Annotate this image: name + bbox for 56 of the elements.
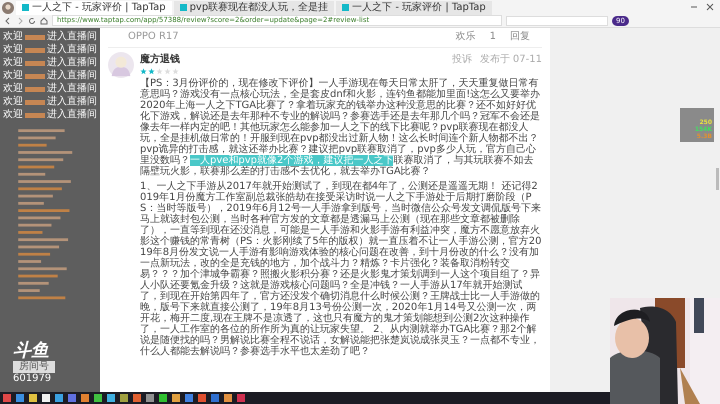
author-name[interactable]: 魔方退钱	[140, 52, 180, 66]
taskbar-app-icon[interactable]	[107, 394, 115, 402]
taskbar-app-icon[interactable]	[224, 394, 232, 402]
forward-icon[interactable]	[16, 16, 24, 24]
chat-text: 进入直播间	[47, 57, 97, 69]
chat-text: 进入直播间	[47, 70, 97, 82]
search-field[interactable]	[506, 16, 608, 26]
taskbar-app-icon[interactable]	[172, 394, 180, 402]
chat-text: 进入直播间	[47, 31, 97, 43]
taskbar-app-icon[interactable]	[146, 394, 154, 402]
scrollbar-thumb[interactable]	[716, 168, 719, 190]
brand-logo: 斗鱼	[13, 341, 49, 361]
taskbar-app-icon[interactable]	[94, 394, 102, 402]
reload-icon[interactable]	[28, 16, 36, 24]
chat-text: 欢迎	[3, 57, 23, 69]
chat-text: 欢迎	[3, 70, 23, 82]
taskbar-app-icon[interactable]	[133, 394, 141, 402]
taskbar-app-icon[interactable]	[237, 394, 245, 402]
device-label: OPPO R17	[128, 30, 179, 42]
home-icon[interactable]	[40, 16, 48, 24]
avatar-icon	[2, 2, 14, 14]
chat-text: 进入直播间	[47, 44, 97, 56]
taskbar-app-icon[interactable]	[55, 394, 63, 402]
review-action[interactable]: 1	[490, 30, 496, 42]
room-number: 601979	[13, 373, 52, 385]
chat-text: 进入直播间	[47, 109, 97, 121]
post-date: 发布于 07-11	[480, 53, 542, 66]
taskbar-app-icon[interactable]	[16, 394, 24, 402]
close-icon[interactable]	[706, 2, 716, 12]
review-action[interactable]: 欢乐	[456, 29, 476, 43]
review-text: 1、一人之下手游从2017年就开始测试了，到现在都4年了，公测还是遥遥无期！ 还记得2019年1月份魔方工作室副总裁张皓劫在接受采访时说一人之下手游处于后期打磨阶段（PS：当时等版号），2019年6月12号一人手游拿到版号，当时微信公众号发文调侃版号下来马上就该封包公测，当时各种官方发的文章都是透漏马上公测（现在那些文章都被删除了），一直等到现在还没消息，可能是一人手游和火影手游有利益冲突，魔方不愿意放弃火影这个赚钱的常青树（PS：火影刚续了5年的版权）就一直压着不让一人手游公测，官方2019年8月份发文说一人手游有影响游戏体验的核心问题在改善，到十月份改的什么？没有加一点新玩法，改的全是充钱的地方，加个战斗力？精炼？卡片强化？装备取消粉转交易？？？加个津城争霸赛？照搬火影积分赛？还是火影鬼才策划调到一人这个项目组了？异人小队还要氪金升级？这就是游戏核心问题吗？全是冲钱？一人手游从17年就开始测试了，到现在开始第四年了，官方还没发个确切消息什么时候公测？王牌战士比一人手游做的晚，版号下来就直接公测了，19年8月13号份公测一次，2020年1月14号又公测一次，两开花，梅开二度,现在王牌不是凉透了，这也只有魔方的鬼才策划能想到公测2次这种操作了，一人工作室的各位的所作所为真的让玩家失望。 2、从内测就举办TGA比赛？那2个解说是随便找的吗？男解说比赛全程不说话，女解说能把张楚岚说成张灵玉？一点都不专业，什么人都能去解说吗？参赛选手水平也太差劲了吧？	[140, 181, 542, 357]
taskbar-app-icon[interactable]	[29, 394, 37, 402]
room-label: 房间号	[13, 361, 55, 373]
taskbar-app-icon[interactable]	[3, 394, 11, 402]
taskbar-app-icon[interactable]	[198, 394, 206, 402]
browser-tab[interactable]: 一人之下 - 玩家评价 | TapTap	[16, 0, 172, 14]
browser-tab[interactable]: 一人之下 - 玩家评价 | TapTap	[336, 0, 492, 14]
chat-text: 进入直播间	[47, 83, 97, 95]
taskbar-app-icon[interactable]	[211, 394, 219, 402]
browser-tab[interactable]: pvp联赛现在都没人玩，全是挂	[174, 0, 334, 14]
back-icon[interactable]	[4, 16, 12, 24]
taskbar-app-icon[interactable]	[120, 394, 128, 402]
review-text: 【PS：3月份评价的，现在修改下评价】一人手游现在每天日常太肝了，天天重复做日常有意思吗？游戏没有一点核心玩法，全是套皮dnf和火影，连钓鱼都能加里面!这怎么又要举办2020年上海一人之下TGA比赛了？拿着玩家充的钱举办这种没意思的比赛？还不如好好优化下游戏，解说还是去年那种不专业的解说吗？参赛选手还是去年那几个吗？冠军不会还是像去年一样内定的吧！其他玩家怎么能参加一人之下的线下比赛呢？pvp联赛现在都没人玩，全是挂机做日常的！开服到现在pvp都没出过新人物！这么长时间连个新人物都不出？pvp诡异的打击感，就这还举办比赛？建议把pvp联赛取消了，pvp多少人玩，官方自己心里没数吗？一人pve和pvp就像2个游戏，建议把一人之下联赛取消了，与其玩联赛不如去隔壁玩火影，联赛那么差的打击感不去优化，就去举办TGA比赛？	[140, 78, 542, 177]
chat-text: 欢迎	[3, 31, 23, 43]
taskbar-app-icon[interactable]	[159, 394, 167, 402]
review-action[interactable]: 回复	[510, 29, 530, 43]
chat-text: 欢迎	[3, 96, 23, 108]
chat-text: 进入直播间	[47, 96, 97, 108]
taskbar-app-icon[interactable]	[42, 394, 50, 402]
chat-text: 欢迎	[3, 44, 23, 56]
chat-text: 欢迎	[3, 83, 23, 95]
taskbar-app-icon[interactable]	[185, 394, 193, 402]
user-avatar	[108, 52, 134, 78]
taskbar-app-icon[interactable]	[81, 394, 89, 402]
chat-text: 欢迎	[3, 109, 23, 121]
taskbar-app-icon[interactable]	[68, 394, 76, 402]
